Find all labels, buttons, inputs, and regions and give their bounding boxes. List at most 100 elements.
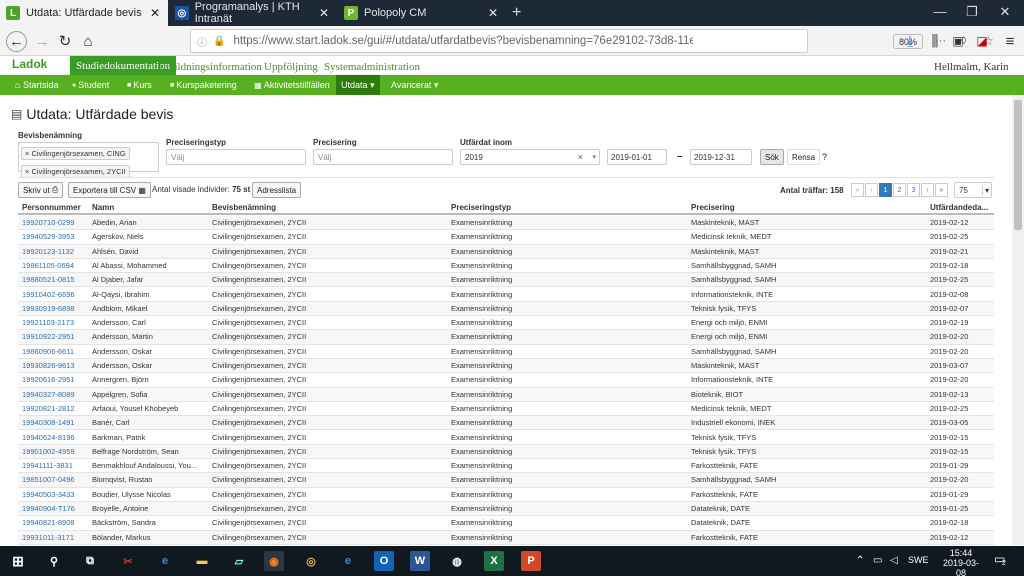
word-icon[interactable]: W (410, 551, 430, 571)
table-row[interactable]: 19860906-6611 Andersson, Oskar Civilingenj… (18, 345, 994, 359)
table-row[interactable]: 19931011-3171 Bölander, Markus Civilingenj… (18, 530, 994, 545)
page-size-select[interactable]: 75 ▾ (954, 182, 992, 198)
page-1[interactable]: 1 (879, 183, 892, 197)
table-row[interactable]: 19901002-4959 Belfrage Nordström, Sean Civ… (18, 444, 994, 460)
utf-select[interactable]: 2019 × ▾ (460, 149, 600, 165)
back-icon[interactable]: ← (6, 31, 27, 52)
chrome-icon[interactable]: ◎ (301, 551, 321, 571)
download-icon[interactable]: ⤓ (900, 31, 920, 51)
col-bevisbenamning[interactable]: Bevisbenämning (212, 203, 276, 212)
subnav-student[interactable]: ● Student (67, 75, 114, 95)
table-row[interactable]: 19930826-9613 Andersson, Oskar Civilingenj… (18, 359, 994, 374)
table-row[interactable]: 19940904-T176 Broyelle, Antoine Civilingen… (18, 502, 994, 517)
powerpoint-icon[interactable]: P (521, 551, 541, 571)
table-row[interactable]: 19920710-0299 Abedin, Arian Civilingenjörs… (18, 216, 994, 231)
table-row[interactable]: 19940503-3433 Boudier, Ulysse Nicolas Civi… (18, 488, 994, 502)
prec-select[interactable]: Välj (313, 149, 453, 165)
ladok-logo[interactable]: Ladok (12, 57, 47, 71)
bevis-multiselect[interactable]: × Civilingenjörsexamen, CING × Civilinge… (18, 142, 159, 178)
page-next[interactable]: › (921, 183, 934, 197)
close-window-icon[interactable]: ✕ (995, 4, 1015, 20)
subnav-startsida[interactable]: ⌂ Startsida (10, 75, 63, 95)
info-icon[interactable]: ⓘ (197, 34, 207, 49)
page-first[interactable]: « (851, 183, 864, 197)
col-preciseringstyp[interactable]: Preciseringstyp (451, 203, 511, 212)
table-row[interactable]: 19920123-1132 Ahlsén, David Civilingenjörs… (18, 244, 994, 259)
forward-icon[interactable]: → (32, 31, 52, 51)
clear-icon[interactable]: × (578, 152, 583, 162)
help-icon[interactable]: ? (822, 152, 827, 162)
search-button[interactable]: Sök (760, 149, 784, 165)
new-tab-button[interactable]: + (508, 0, 528, 26)
date-from-input[interactable]: 2019-01-01 (607, 149, 667, 165)
table-row[interactable]: 19910402-6696 Al-Qaysi, Ibrahim Civilingen… (18, 288, 994, 302)
export-csv-button[interactable]: Exportera till CSV ▦ (68, 182, 151, 198)
tab-programanalys[interactable]: ◎ Programanalys | KTH Intranät ✕ (169, 0, 337, 26)
subnav-avancerat[interactable]: Avancerat ▾ (386, 75, 443, 95)
sidebar-icon[interactable]: ▣ (948, 31, 968, 51)
page-2[interactable]: 2 (893, 183, 906, 197)
page-last[interactable]: » (935, 183, 948, 197)
table-row[interactable]: 19921103-2173 Andersson, Carl Civilingenjö… (18, 316, 994, 331)
chevron-down-icon[interactable]: ▾ (981, 185, 989, 195)
excel-icon[interactable]: X (484, 551, 504, 571)
file-explorer-icon[interactable]: ▬ (192, 551, 212, 571)
table-row[interactable]: 19880521-0815 Al Djaber, Jafar Civilingenj… (18, 273, 994, 288)
topnav-uppfoljning[interactable]: Uppföljning (258, 58, 324, 75)
task-view-icon[interactable]: ⧉ (80, 551, 100, 571)
date-to-input[interactable]: 2019-12-31 (690, 149, 752, 165)
restore-icon[interactable]: ❐ (962, 4, 982, 20)
network-icon[interactable]: ▭ (873, 555, 882, 566)
table-row[interactable]: 19930919-6898 Andblom, Mikael Civilingenjö… (18, 301, 994, 317)
library-icon[interactable]: ⫼ (925, 31, 945, 51)
table-row[interactable]: 19851007-0496 Blomqvist, Rustan Civilingen… (18, 473, 994, 488)
subnav-aktivitetstillfallen[interactable]: ▦ Aktivitetstillfällen (249, 75, 335, 95)
table-row[interactable]: 19910922-2951 Andersson, Martin Civilingen… (18, 330, 994, 345)
chevron-down-icon[interactable]: ▾ (592, 153, 596, 161)
close-icon[interactable]: ✕ (150, 6, 160, 20)
col-utfardandedatum[interactable]: Utfärdandeda... (930, 203, 994, 212)
clock[interactable]: 15:44 2019-03-08 (940, 548, 982, 578)
table-row[interactable]: 19940624-8196 Barkman, Patrik Civilingenjö… (18, 431, 994, 445)
col-namn[interactable]: Namn (92, 203, 114, 212)
address-list-button[interactable]: Adresslista (252, 182, 302, 198)
notification-icon[interactable]: ▭ 2 (994, 552, 1006, 567)
scrollbar-thumb[interactable] (1014, 100, 1022, 230)
table-row[interactable]: 19920821-2812 Arfaoui, Yousef Khobeyeb Civ… (18, 402, 994, 417)
topnav-systemadministration[interactable]: Systemadministration (318, 58, 426, 75)
print-button[interactable]: Skriv ut ⎙ (18, 182, 64, 198)
subnav-utdata[interactable]: Utdata ▾ (336, 75, 380, 95)
col-personnummer[interactable]: Personnummer (22, 203, 81, 212)
reload-icon[interactable]: ↻ (55, 31, 75, 51)
notes-icon[interactable]: ▱ (229, 551, 249, 571)
home-icon[interactable]: ⌂ (78, 31, 98, 51)
volume-icon[interactable]: ◁ (890, 555, 898, 566)
subnav-kurspaketering[interactable]: ■ Kurspaketering (165, 75, 242, 95)
topnav-utbildningsinformation[interactable]: Utbildningsinformation (152, 58, 268, 75)
close-icon[interactable]: ✕ (488, 6, 498, 20)
tab-polopoly[interactable]: P Polopoly CM ✕ (338, 0, 506, 26)
prectyp-select[interactable]: Välj (166, 149, 306, 165)
language-indicator[interactable]: SWE (908, 555, 929, 565)
bevis-chip[interactable]: × Civilingenjörsexamen, CING (21, 147, 130, 160)
menu-icon[interactable]: ≡ (1000, 31, 1020, 51)
tab-utdata[interactable]: L Utdata: Utfärdade bevis ✕ (0, 0, 168, 26)
table-row[interactable]: 19940821-8908 Bäckström, Sandra Civilingen… (18, 516, 994, 531)
table-row[interactable]: 19941111-3831 Benmakhlouf Andaloussi, You… (18, 459, 994, 474)
table-row[interactable]: 19920616-2951 Annergren, Björn Civilingenj… (18, 373, 994, 388)
table-row[interactable]: 19940529-3953 Agerskov, Niels Civilingenjö… (18, 230, 994, 245)
table-row[interactable]: 19940308-1491 Banér, Carl Civilingenjörsex… (18, 416, 994, 431)
search-icon[interactable]: ⚲ (44, 551, 64, 571)
ie-icon[interactable]: e (338, 551, 358, 571)
outlook-icon[interactable]: O (374, 551, 394, 571)
table-row[interactable]: 19940327-8089 Appelgren, Sofia Civilingenj… (18, 387, 994, 402)
clear-button[interactable]: Rensa (787, 149, 821, 165)
firefox-icon[interactable]: ◉ (264, 551, 284, 571)
minimize-icon[interactable]: — (930, 4, 950, 19)
edge-icon[interactable]: e (155, 551, 175, 571)
user-menu[interactable]: Hellmalm, Karin (928, 58, 1015, 75)
url-bar[interactable]: ⓘ 🔒 https://www.start.ladok.se/gui/#/utd… (190, 29, 994, 53)
col-precisering[interactable]: Precisering (691, 203, 735, 212)
page-3[interactable]: 3 (907, 183, 920, 197)
snipping-tool-icon[interactable]: ✂ (118, 551, 138, 571)
